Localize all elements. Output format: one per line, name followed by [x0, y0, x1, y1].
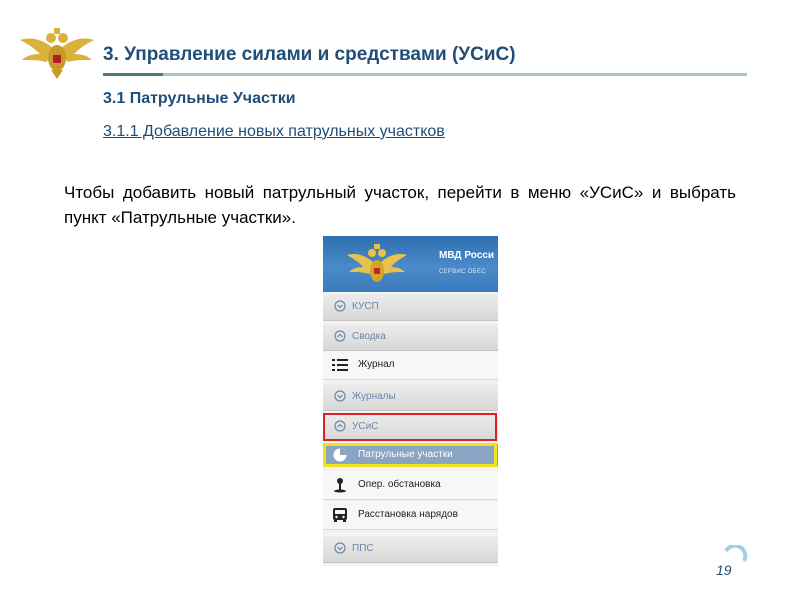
instruction-paragraph: Чтобы добавить новый патрульный участок,… — [64, 183, 736, 227]
chevron-down-icon — [334, 390, 346, 402]
menu-group-kusp[interactable]: КУСП — [323, 294, 498, 321]
title-divider-accent — [103, 73, 163, 76]
eagle-emblem-logo — [20, 28, 94, 79]
menu-group-pps[interactable]: ППС — [323, 536, 498, 563]
section-heading: 3.1 Патрульные Участки — [103, 90, 296, 107]
chevron-up-icon — [334, 330, 346, 342]
highlight-usis-frame — [323, 413, 497, 441]
app-header-banner: МВД Росси СЕРВИС ОБЕС — [323, 236, 498, 292]
page-number: 19 — [716, 562, 732, 578]
app-subtitle: СЕРВИС ОБЕС — [439, 269, 486, 275]
menu-group-zhurnaly[interactable]: Журналы — [323, 384, 498, 411]
menu-item-squad-placement[interactable]: Расстановка нарядов — [323, 501, 498, 530]
menu-group-svodka[interactable]: Сводка — [323, 324, 498, 351]
menu-item-label: Опер. обстановка — [358, 479, 441, 490]
list-icon — [332, 359, 348, 371]
app-menu-screenshot: МВД Росси СЕРВИС ОБЕС КУСП Сводка Журнал… — [323, 236, 498, 566]
menu-group-label: КУСП — [352, 301, 379, 312]
highlight-patrol-frame — [323, 443, 497, 467]
subsection-link[interactable]: 3.1.1 Добавление новых патрульных участк… — [103, 123, 445, 141]
page-title: 3. Управление силами и средствами (УСиС) — [103, 44, 516, 65]
menu-item-label: Журнал — [358, 359, 395, 370]
menu-item-zhurnal[interactable]: Журнал — [323, 351, 498, 380]
menu-item-oper-situation[interactable]: Опер. обстановка — [323, 471, 498, 500]
menu-group-label: Журналы — [352, 391, 396, 402]
title-divider — [103, 73, 747, 76]
app-title: МВД Росси — [439, 250, 494, 261]
chevron-down-icon — [334, 300, 346, 312]
chevron-down-icon — [334, 542, 346, 554]
eagle-emblem-icon — [347, 244, 407, 282]
menu-item-label: Расстановка нарядов — [358, 509, 458, 520]
menu-group-label: Сводка — [352, 331, 386, 342]
map-pin-icon — [334, 478, 346, 493]
menu-group-label: ППС — [352, 543, 374, 554]
bus-icon — [333, 508, 347, 522]
